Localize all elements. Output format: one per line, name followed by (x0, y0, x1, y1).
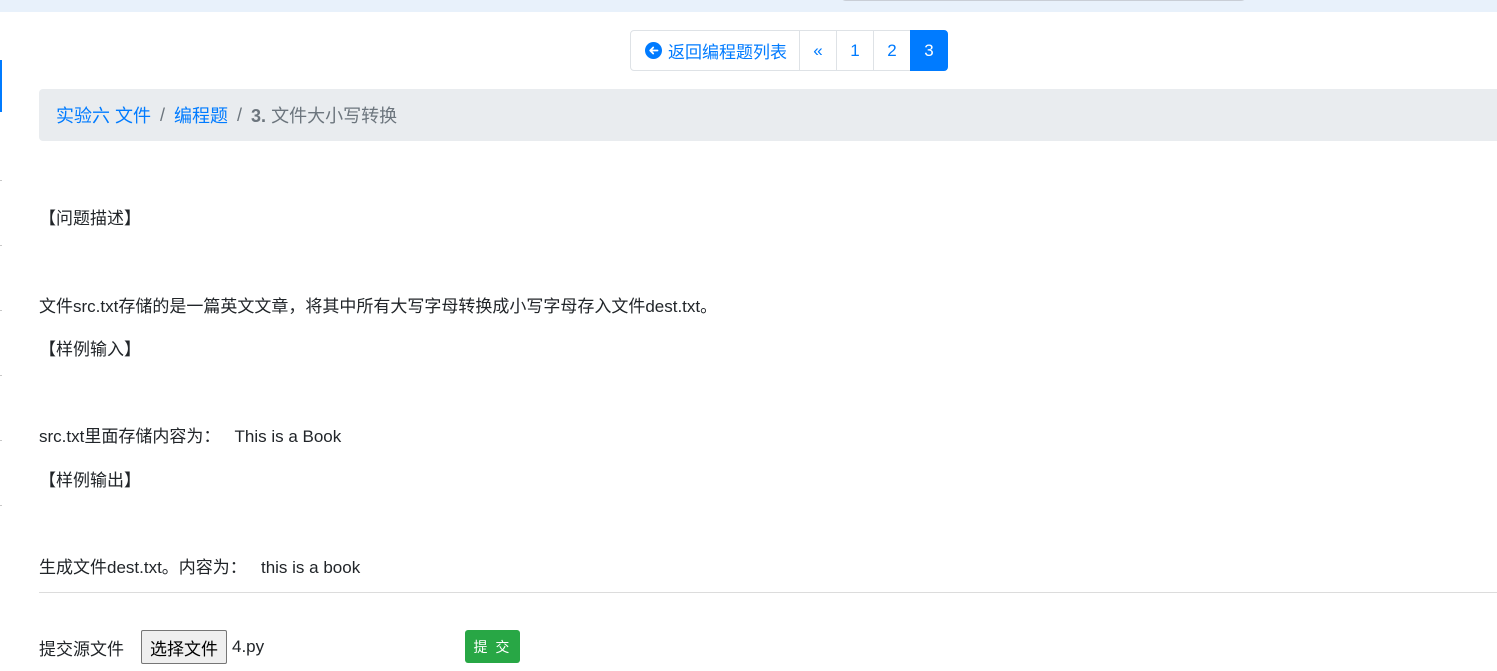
breadcrumb-current: 3. 文件大小写转换 (251, 102, 397, 128)
selected-file-name: 4.py (232, 637, 265, 656)
submit-button[interactable]: 提 交 (465, 630, 520, 663)
pagination: 返回编程题列表 « 1 2 3 (630, 30, 948, 71)
pagination-prev[interactable]: « (799, 30, 837, 71)
pagination-page-2[interactable]: 2 (873, 30, 911, 71)
problem-desc-heading: 【问题描述】 (39, 209, 141, 228)
submit-row: 提交源文件 选择文件 4.py (39, 630, 264, 664)
back-to-list-label: 返回编程题列表 (668, 43, 787, 62)
problem-desc-text: 文件src.txt存储的是一篇英文文章，将其中所有大写字母转换成小写字母存入文件… (39, 297, 718, 316)
pagination-page-1[interactable]: 1 (836, 30, 874, 71)
breadcrumb-current-title: 文件大小写转换 (271, 106, 398, 126)
breadcrumb-separator: / (160, 104, 166, 125)
back-to-list-button[interactable]: 返回编程题列表 (630, 30, 800, 71)
submit-source-label: 提交源文件 (39, 639, 124, 659)
sidebar-edge (0, 180, 2, 540)
sample-input-heading: 【样例输入】 (39, 340, 141, 359)
sample-output-heading: 【样例输出】 (39, 471, 141, 490)
breadcrumb: 实验六 文件 / 编程题 / 3. 文件大小写转换 (39, 89, 1497, 141)
breadcrumb-separator: / (237, 104, 243, 125)
sample-input-text: src.txt里面存储内容为： This is a Book (39, 427, 342, 446)
pagination-page-3[interactable]: 3 (910, 30, 948, 71)
breadcrumb-current-number: 3. (251, 106, 267, 126)
sidebar-accent (0, 60, 2, 112)
top-search-input[interactable] (840, 0, 1247, 1)
divider (39, 592, 1497, 593)
breadcrumb-programming-link[interactable]: 编程题 (174, 102, 228, 128)
choose-file-button[interactable]: 选择文件 (141, 630, 227, 664)
sample-output-text: 生成文件dest.txt。内容为： this is a book (39, 558, 361, 577)
top-navbar (0, 0, 1497, 12)
arrow-left-circle-icon (645, 42, 662, 59)
breadcrumb-experiment-link[interactable]: 实验六 文件 (56, 102, 151, 128)
